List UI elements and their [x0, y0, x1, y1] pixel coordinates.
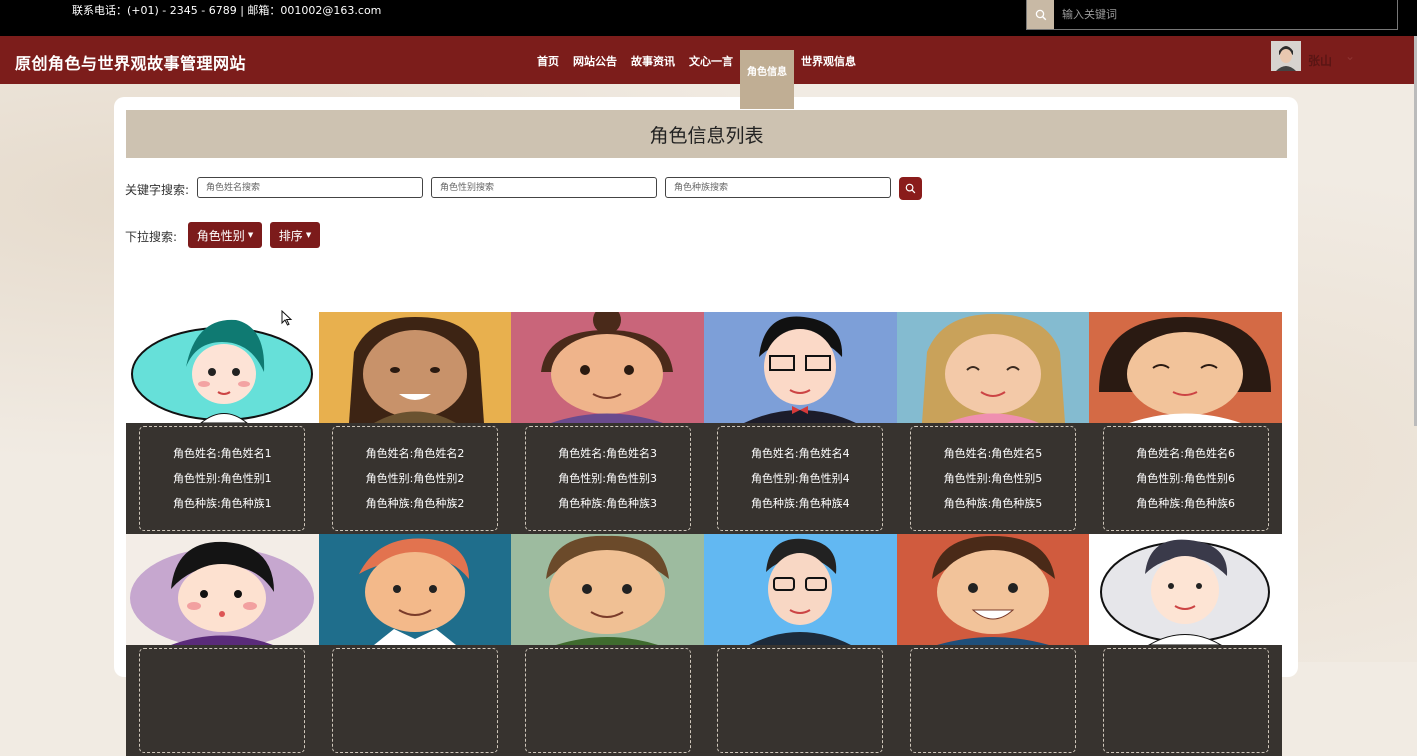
character-race-search-input[interactable] — [665, 177, 891, 198]
character-name: 角色姓名:角色姓名4 — [750, 446, 850, 460]
nav-item-story-news[interactable]: 故事资讯 — [624, 36, 682, 84]
mouse-cursor-icon — [281, 310, 293, 326]
top-contact-bar: 联系电话：(+01) - 2345 - 6789 | 邮箱：001002@163… — [0, 0, 1417, 36]
character-race: 角色种族:角色种族1 — [172, 496, 272, 510]
nav-item-character-info[interactable]: 角色信息 — [740, 50, 794, 109]
caret-down-icon: ▼ — [305, 231, 312, 239]
character-info-frame — [139, 648, 306, 753]
character-race: 角色种族:角色种族6 — [1136, 496, 1235, 510]
keyword-search-label: 关键字搜索: — [125, 183, 190, 197]
nav-item-wenxin[interactable]: 文心一言 — [682, 36, 740, 84]
character-avatar[interactable] — [703, 312, 897, 423]
nav-item-home[interactable]: 首页 — [530, 36, 566, 84]
top-search-box — [1026, 0, 1398, 30]
character-avatar[interactable] — [126, 312, 319, 423]
character-gender: 角色性别:角色性别6 — [1136, 471, 1235, 485]
page-title: 角色信息列表 — [126, 110, 1287, 158]
character-name-search-input[interactable] — [197, 177, 423, 198]
character-race: 角色种族:角色种族2 — [365, 496, 465, 510]
character-info-panel: 角色姓名:角色姓名1 角色性别:角色性别1 角色种族:角色种族1 — [126, 423, 319, 534]
gender-dropdown-label: 角色性别 — [196, 228, 245, 243]
main-navbar: 原创角色与世界观故事管理网站 首页 网站公告 故事资讯 文心一言 角色信息 世界… — [0, 36, 1417, 109]
character-info-frame — [717, 648, 884, 753]
character-avatar[interactable] — [318, 312, 512, 423]
character-info-frame: 角色姓名:角色姓名5 角色性别:角色性别5 角色种族:角色种族5 — [909, 426, 1076, 531]
site-title: 原创角色与世界观故事管理网站 — [15, 54, 247, 73]
character-info-frame — [524, 648, 691, 753]
character-gender: 角色性别:角色性别5 — [943, 471, 1043, 485]
gender-dropdown[interactable]: 角色性别 ▼ — [188, 222, 262, 248]
character-gender-search-input[interactable] — [431, 177, 657, 198]
character-avatar[interactable] — [511, 312, 704, 423]
nav-item-announcements[interactable]: 网站公告 — [566, 36, 624, 84]
contact-info: 联系电话：(+01) - 2345 - 6789 | 邮箱：001002@163… — [72, 4, 382, 17]
character-gender: 角色性别:角色性别3 — [558, 471, 657, 485]
character-grid: 角色姓名:角色姓名1 角色性别:角色性别1 角色种族:角色种族1 角色姓名:角色… — [126, 312, 1282, 756]
character-info-frame — [1102, 648, 1269, 753]
character-info-frame: 角色姓名:角色姓名2 角色性别:角色性别2 角色种族:角色种族2 — [331, 426, 498, 531]
chevron-down-icon[interactable]: ⌄ — [1345, 49, 1355, 63]
character-avatar[interactable] — [126, 534, 319, 645]
character-card[interactable]: 角色姓名:角色姓名1 角色性别:角色性别1 角色种族:角色种族1 — [126, 312, 319, 534]
character-avatar[interactable] — [703, 534, 897, 645]
sort-dropdown[interactable]: 排序 ▼ — [270, 222, 320, 248]
top-search-button[interactable] — [1027, 0, 1054, 29]
character-avatar[interactable] — [511, 534, 704, 645]
character-card[interactable] — [511, 534, 704, 756]
character-avatar[interactable] — [1089, 534, 1282, 645]
character-name: 角色姓名:角色姓名1 — [172, 446, 272, 460]
search-icon — [905, 183, 916, 194]
character-card[interactable] — [318, 534, 512, 756]
top-search-input[interactable] — [1054, 0, 1397, 29]
character-info-panel: 角色姓名:角色姓名2 角色性别:角色性别2 角色种族:角色种族2 — [318, 423, 512, 534]
character-card[interactable] — [896, 534, 1090, 756]
character-gender: 角色性别:角色性别2 — [365, 471, 465, 485]
character-avatar[interactable] — [896, 534, 1090, 645]
character-card[interactable]: 角色姓名:角色姓名6 角色性别:角色性别6 角色种族:角色种族6 — [1089, 312, 1282, 534]
character-avatar[interactable] — [318, 534, 512, 645]
character-card[interactable]: 角色姓名:角色姓名5 角色性别:角色性别5 角色种族:角色种族5 — [896, 312, 1090, 534]
character-card[interactable]: 角色姓名:角色姓名3 角色性别:角色性别3 角色种族:角色种族3 — [511, 312, 704, 534]
search-icon — [1035, 9, 1046, 20]
nav-menu: 首页 网站公告 故事资讯 文心一言 角色信息 世界观信息 — [530, 36, 863, 109]
character-race: 角色种族:角色种族5 — [943, 496, 1043, 510]
sort-dropdown-label: 排序 — [278, 228, 303, 243]
character-info-frame — [331, 648, 498, 753]
character-race: 角色种族:角色种族3 — [558, 496, 657, 510]
character-card[interactable]: 角色姓名:角色姓名2 角色性别:角色性别2 角色种族:角色种族2 — [318, 312, 512, 534]
caret-down-icon: ▼ — [247, 231, 254, 239]
search-button[interactable] — [899, 177, 922, 200]
character-info-panel: 角色姓名:角色姓名5 角色性别:角色性别5 角色种族:角色种族5 — [896, 423, 1090, 534]
character-name: 角色姓名:角色姓名2 — [365, 446, 465, 460]
character-info-frame: 角色姓名:角色姓名4 角色性别:角色性别4 角色种族:角色种族4 — [717, 426, 884, 531]
user-avatar[interactable] — [1271, 41, 1301, 71]
character-gender: 角色性别:角色性别4 — [750, 471, 850, 485]
username[interactable]: 张山 — [1308, 52, 1332, 69]
dropdown-search-label: 下拉搜索: — [125, 230, 178, 244]
character-info-panel: 角色姓名:角色姓名3 角色性别:角色性别3 角色种族:角色种族3 — [511, 423, 704, 534]
character-card[interactable]: 角色姓名:角色姓名4 角色性别:角色性别4 角色种族:角色种族4 — [703, 312, 897, 534]
character-card[interactable] — [703, 534, 897, 756]
character-name: 角色姓名:角色姓名5 — [943, 446, 1043, 460]
grid-row — [126, 534, 1282, 756]
character-gender: 角色性别:角色性别1 — [172, 471, 272, 485]
character-name: 角色姓名:角色姓名6 — [1136, 446, 1235, 460]
character-info-frame — [909, 648, 1076, 753]
character-name: 角色姓名:角色姓名3 — [558, 446, 657, 460]
nav-item-world-info[interactable]: 世界观信息 — [794, 36, 863, 84]
character-info-frame: 角色姓名:角色姓名1 角色性别:角色性别1 角色种族:角色种族1 — [139, 426, 306, 531]
character-info-frame: 角色姓名:角色姓名6 角色性别:角色性别6 角色种族:角色种族6 — [1102, 426, 1269, 531]
grid-row: 角色姓名:角色姓名1 角色性别:角色性别1 角色种族:角色种族1 角色姓名:角色… — [126, 312, 1282, 534]
character-race: 角色种族:角色种族4 — [750, 496, 850, 510]
character-avatar[interactable] — [896, 312, 1090, 423]
character-avatar[interactable] — [1089, 312, 1282, 423]
character-card[interactable] — [126, 534, 319, 756]
character-card[interactable] — [1089, 534, 1282, 756]
character-info-panel: 角色姓名:角色姓名4 角色性别:角色性别4 角色种族:角色种族4 — [703, 423, 897, 534]
character-info-frame: 角色姓名:角色姓名3 角色性别:角色性别3 角色种族:角色种族3 — [524, 426, 691, 531]
character-info-panel: 角色姓名:角色姓名6 角色性别:角色性别6 角色种族:角色种族6 — [1089, 423, 1282, 534]
